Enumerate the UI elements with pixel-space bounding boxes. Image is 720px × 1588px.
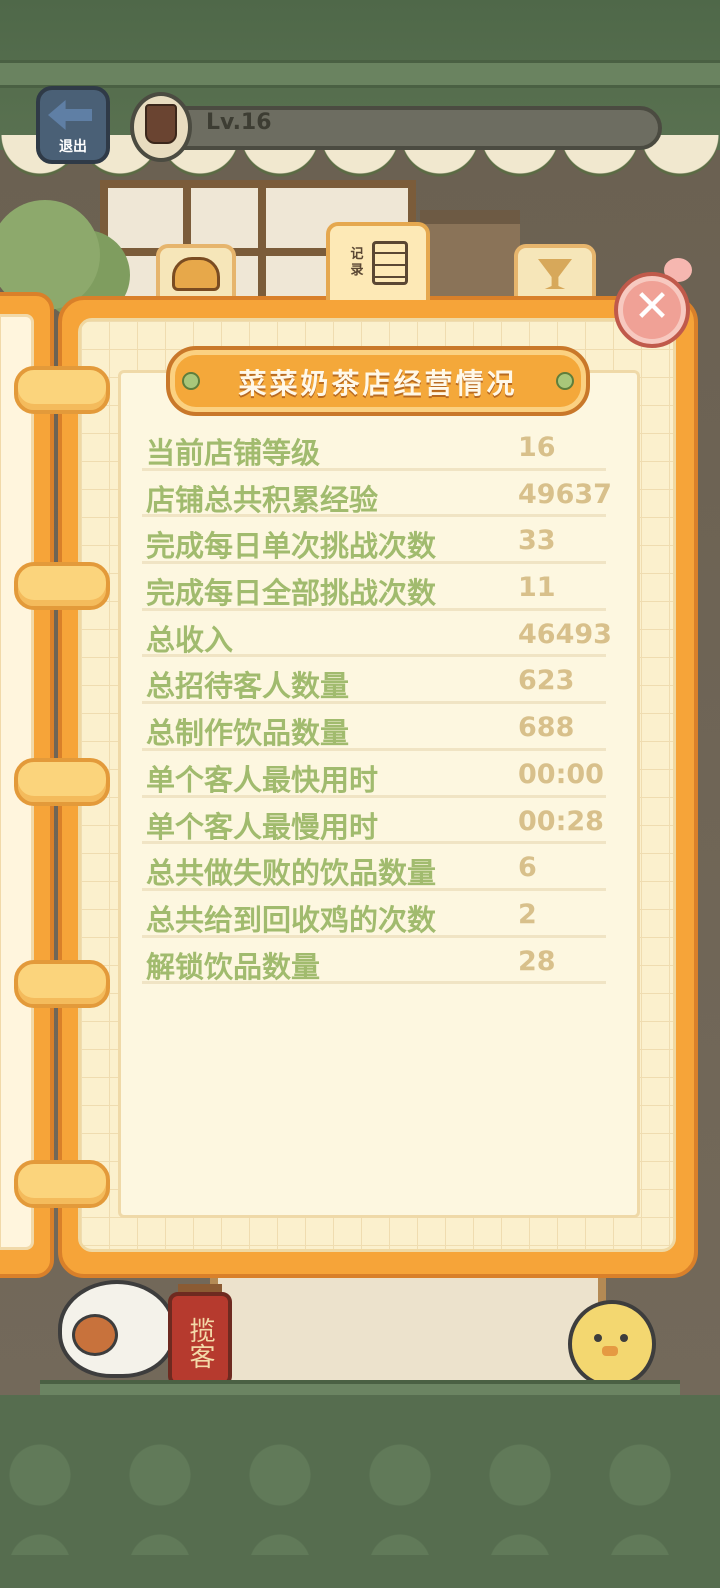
stat-value: 33 xyxy=(518,525,556,557)
stats-list: 当前店铺等级 16 店铺总共积累经验 49637 完成每日单次挑战次数 33 完成每日… xyxy=(142,424,612,985)
stat-row: 解锁饮品数量 28 xyxy=(142,938,606,985)
stat-label: 总制作饮品数量 xyxy=(146,716,350,751)
cat-paw xyxy=(72,1314,118,1356)
exit-button[interactable]: 退出 xyxy=(36,86,110,164)
panel-title: 菜菜奶茶店经营情况 xyxy=(238,367,518,400)
stat-label: 单个客人最快用时 xyxy=(146,762,379,797)
stat-row: 总共做失败的饮品数量 6 xyxy=(142,844,606,891)
stat-value: 688 xyxy=(518,712,575,744)
solicit-customers-button[interactable]: 揽客 xyxy=(168,1292,232,1386)
stat-value: 6 xyxy=(518,852,537,884)
stat-row: 单个客人最快用时 00:00 xyxy=(142,751,606,798)
stat-label: 解锁饮品数量 xyxy=(146,949,321,984)
chick-eye xyxy=(620,1334,628,1342)
book-ring xyxy=(14,758,110,806)
cocktail-glass-icon xyxy=(538,259,572,289)
floor-pattern xyxy=(0,1435,720,1555)
stat-label: 总收入 xyxy=(146,622,234,657)
book-ring xyxy=(14,1160,110,1208)
panel-title-plate: 菜菜奶茶店经营情况 xyxy=(166,346,590,416)
stat-row: 店铺总共积累经验 49637 xyxy=(142,471,612,518)
bread-icon xyxy=(172,257,220,291)
stat-label: 完成每日全部挑战次数 xyxy=(146,576,437,611)
stat-value: 28 xyxy=(518,945,556,977)
stat-value: 16 xyxy=(518,432,556,463)
stat-value: 11 xyxy=(518,572,556,604)
stat-row: 完成每日全部挑战次数 11 xyxy=(142,564,606,611)
stat-row: 总收入 46493 xyxy=(142,611,612,658)
stat-label: 单个客人最慢用时 xyxy=(146,809,379,844)
level-text: Lv.16 xyxy=(206,110,272,135)
stat-value: 00:00 xyxy=(518,758,604,790)
floor-background xyxy=(0,1395,720,1588)
chick-beak xyxy=(602,1346,618,1356)
level-badge xyxy=(130,92,192,162)
stat-label: 总共给到回收鸡的次数 xyxy=(146,902,437,937)
tab-bread[interactable] xyxy=(156,244,236,300)
milk-tea-cup-icon xyxy=(145,104,177,144)
stat-value: 46493 xyxy=(518,618,612,650)
book-ring xyxy=(14,562,110,610)
stat-value: 49637 xyxy=(518,478,612,510)
stat-label: 总招待客人数量 xyxy=(146,669,350,704)
book-ring xyxy=(14,366,110,414)
close-icon: ✕ xyxy=(633,281,671,332)
stat-label: 完成每日单次挑战次数 xyxy=(146,529,437,564)
roof-trim xyxy=(0,60,720,88)
exit-arrow-icon xyxy=(48,100,92,130)
stat-row: 总招待客人数量 623 xyxy=(142,657,606,705)
clipboard-icon xyxy=(372,241,408,285)
book-ring xyxy=(14,960,110,1008)
close-button[interactable]: ✕ xyxy=(614,272,690,348)
stat-row: 完成每日单次挑战次数 33 xyxy=(142,517,606,565)
stat-label: 总共做失败的饮品数量 xyxy=(146,856,437,891)
tab-record-label: 记录 xyxy=(350,247,364,278)
tab-record[interactable]: 记录 xyxy=(326,222,430,300)
stat-row: 总共给到回收鸡的次数 2 xyxy=(142,891,606,938)
stat-value: 623 xyxy=(518,665,575,697)
stat-label: 当前店铺等级 xyxy=(146,436,321,470)
exit-label: 退出 xyxy=(59,139,87,155)
cat-character xyxy=(58,1280,176,1378)
stat-row: 总制作饮品数量 688 xyxy=(142,704,606,751)
chick-eye xyxy=(594,1334,602,1342)
stat-label: 店铺总共积累经验 xyxy=(146,482,379,517)
stat-value: 00:28 xyxy=(518,805,604,837)
stat-row: 单个客人最慢用时 00:28 xyxy=(142,798,606,845)
tab-drink[interactable] xyxy=(514,244,596,300)
shop-sign xyxy=(210,1270,606,1396)
stat-row: 当前店铺等级 16 xyxy=(142,424,606,471)
chick-character xyxy=(568,1300,656,1388)
stat-value: 2 xyxy=(518,898,537,930)
